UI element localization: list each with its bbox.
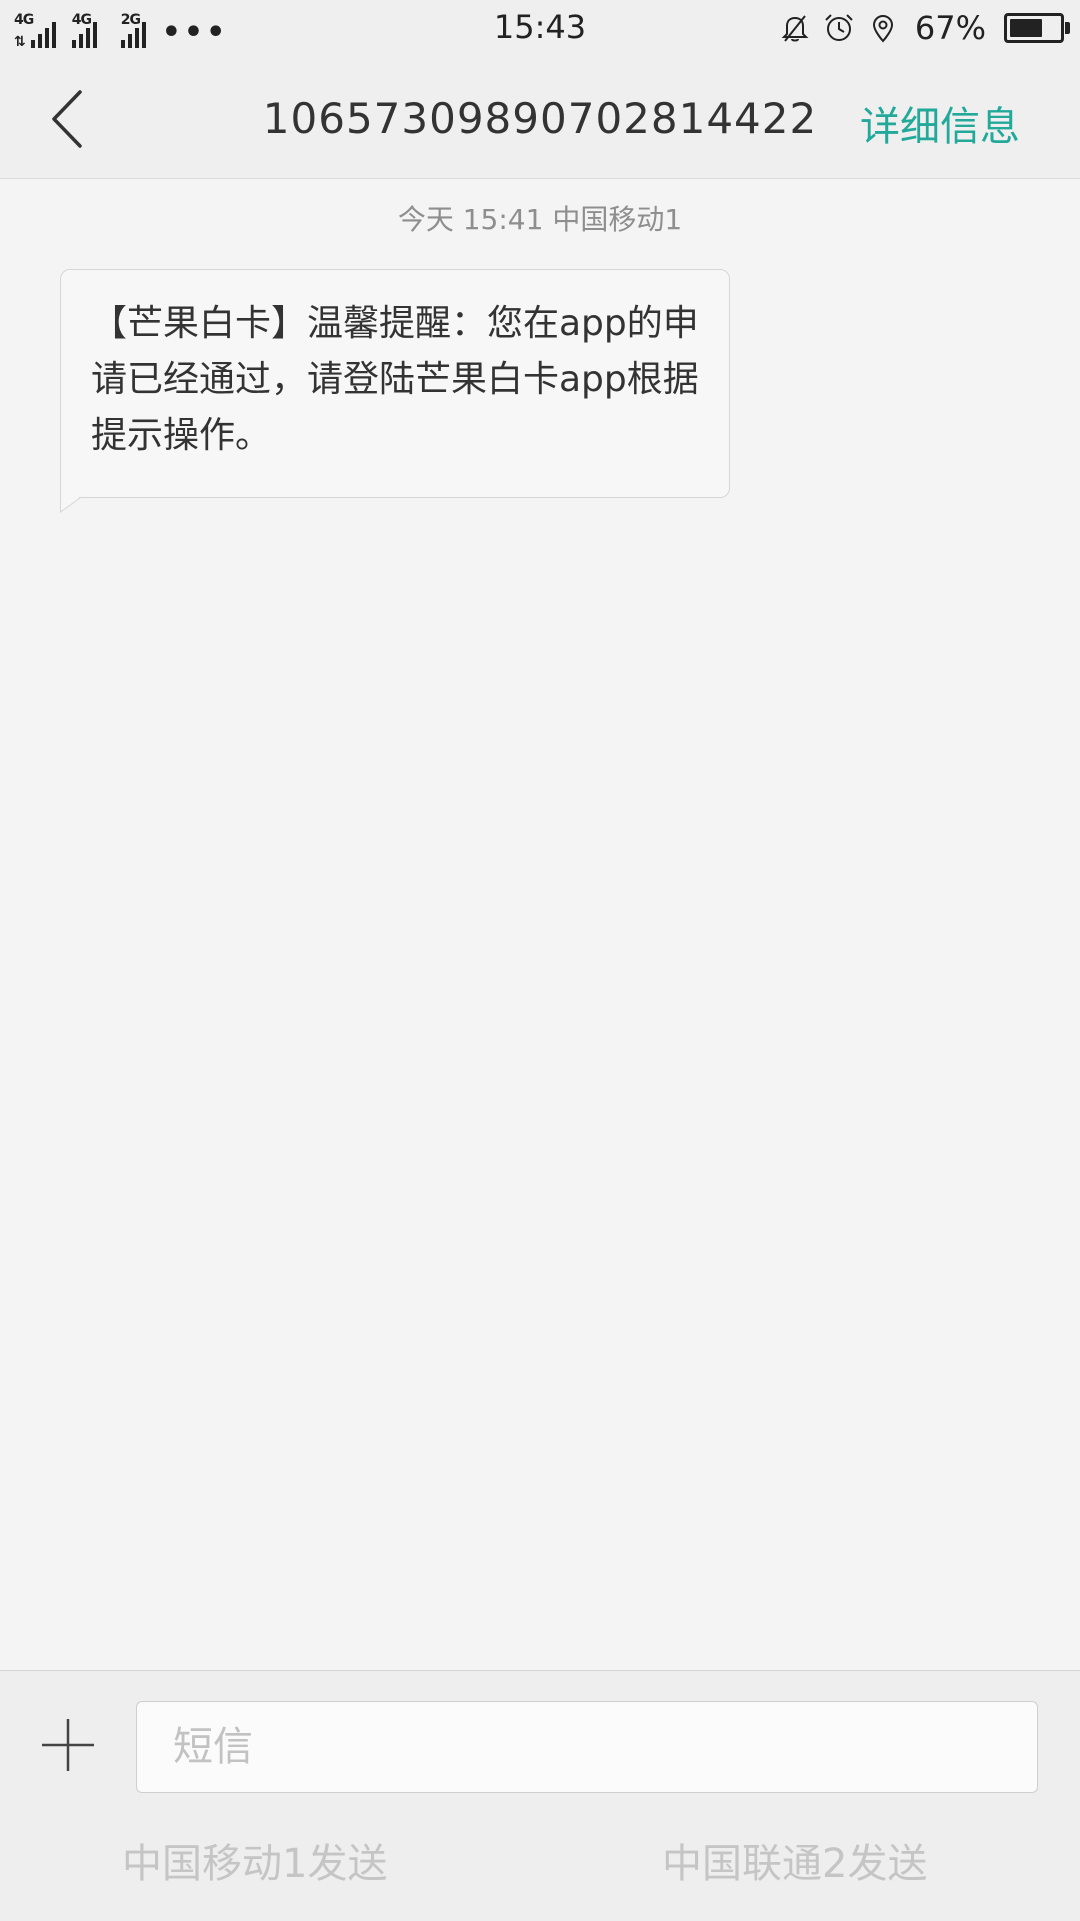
send-sim1-button[interactable]: 中国移动1发送: [122, 1831, 387, 1889]
details-button[interactable]: 详细信息: [860, 94, 1020, 152]
battery-percent: 67%: [914, 9, 986, 47]
status-bar: 4G ⇅ 4G 2G ••• 15:43 67%: [0, 0, 1080, 58]
battery-level-fill: [1010, 19, 1042, 37]
compose-bar: 中国移动1发送 中国联通2发送: [0, 1670, 1080, 1921]
message-timestamp: 今天 15:41 中国移动1: [397, 203, 683, 236]
location-pin-icon: [872, 14, 893, 43]
status-icons: 67%: [779, 9, 1070, 47]
sms-input[interactable]: [136, 1701, 1038, 1793]
conversation-header: 10657309890702814422 详细信息: [0, 58, 1080, 179]
message-bubble[interactable]: 【芒果白卡】温馨提醒：您在app的申请已经通过，请登陆芒果白卡app根据提示操作…: [60, 269, 730, 498]
bell-off-icon: [781, 15, 809, 42]
bubble-tail: [60, 488, 82, 513]
plus-icon[interactable]: [38, 1715, 98, 1775]
battery-icon: [1004, 13, 1070, 43]
alarm-clock-icon: [825, 14, 853, 41]
send-sim2-button[interactable]: 中国联通2发送: [662, 1831, 927, 1889]
